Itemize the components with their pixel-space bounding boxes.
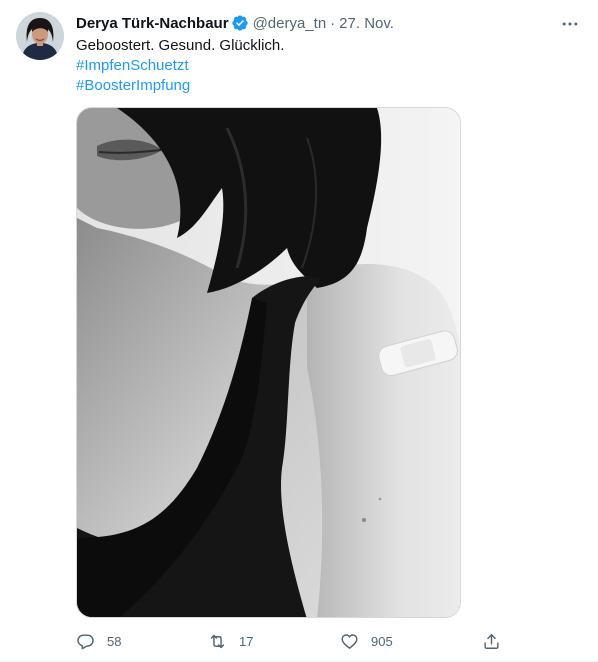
retweet-count: 17 [239,633,254,649]
like-icon [341,633,358,649]
tweet-header: Derya Türk-Nachbaur @derya_tn · 27. Nov. [76,13,394,33]
tweet-date[interactable]: 27. Nov. [339,15,394,32]
profile-photo-icon [16,12,64,60]
tweet-card[interactable]: Derya Türk-Nachbaur @derya_tn · 27. Nov.… [0,0,598,662]
reply-count: 58 [107,633,122,649]
verified-badge-icon [231,14,249,32]
share-button[interactable] [482,629,501,653]
hashtag-link[interactable]: #BoosterImpfung [76,76,576,96]
reply-icon [77,633,94,649]
tweet-actions: 58 17 905 [76,629,501,653]
tweet-text-line: Geboostert. Gesund. Glücklich. [76,37,285,54]
author-handle[interactable]: @derya_tn [253,15,327,32]
like-count: 905 [371,633,393,649]
like-button[interactable]: 905 [340,629,393,653]
author-name[interactable]: Derya Türk-Nachbaur [76,15,229,32]
avatar[interactable] [16,12,64,60]
tweet-photo[interactable] [76,107,461,618]
retweet-button[interactable]: 17 [208,629,253,653]
hashtag-link[interactable]: #ImpfenSchuetzt [76,56,576,76]
share-icon [484,633,499,649]
reply-button[interactable]: 58 [76,629,121,653]
more-options-icon[interactable] [560,14,580,34]
tweet-text: Geboostert. Gesund. Glücklich. #ImpfenSc… [76,36,576,96]
separator-dot: · [330,14,336,32]
photo-image [77,108,460,617]
retweet-icon [210,634,225,648]
